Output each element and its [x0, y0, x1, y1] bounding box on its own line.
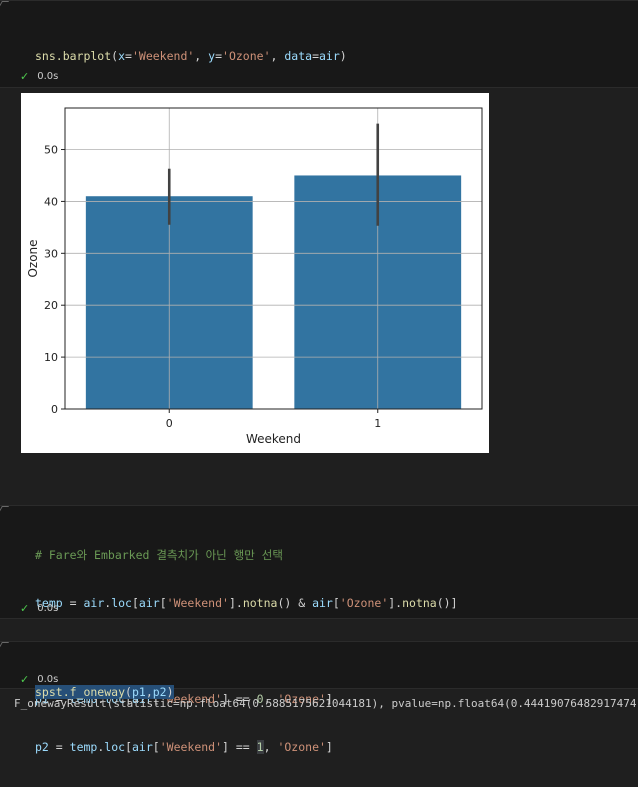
- barplot-chart: 0 10 20 30 40 50 0 1 Weekend Ozone: [26, 107, 483, 446]
- execution-status: ✓ 0.0s: [20, 70, 58, 83]
- execution-status: ✓ 0.0s: [20, 602, 58, 615]
- code-line: temp = air.loc[air['Weekend'].notna() & …: [35, 596, 458, 610]
- y-tick-label: 30: [44, 247, 58, 260]
- execution-time: 0.0s: [37, 71, 59, 82]
- code-cell-1[interactable]: sns.barplot(x='Weekend', y='Ozone', data…: [0, 0, 638, 159]
- execution-status: ✓ 0.0s: [20, 673, 58, 686]
- cell-output-text: F_onewayResult(statistic=np.float64(0.58…: [14, 697, 638, 710]
- execution-time: 0.0s: [37, 603, 59, 614]
- cell-gutter-icon: [0, 642, 10, 649]
- y-tick-label: 50: [44, 144, 58, 157]
- barplot-output: 0 10 20 30 40 50 0 1 Weekend Ozone: [21, 93, 489, 453]
- code-cell-2[interactable]: # Fare와 Embarked 결측치가 아닌 행만 선택 temp = ai…: [0, 505, 638, 754]
- checkmark-icon: ✓: [20, 673, 30, 686]
- execution-time: 0.0s: [37, 674, 59, 685]
- cell-gutter-icon: [0, 506, 10, 513]
- code-cell-3[interactable]: spst.f_oneway(p1,p2) ✓ 0.0s: [0, 641, 638, 699]
- x-tick-label: 1: [374, 417, 381, 430]
- cell-gutter-icon: [0, 1, 10, 8]
- checkmark-icon: ✓: [20, 602, 30, 615]
- y-tick-label: 10: [44, 351, 58, 364]
- x-tick-label: 0: [166, 417, 173, 430]
- y-tick-label: 0: [51, 403, 58, 416]
- code-line: sns.barplot(x='Weekend', y='Ozone', data…: [35, 49, 347, 63]
- checkmark-icon: ✓: [20, 70, 30, 83]
- y-tick-label: 40: [44, 195, 58, 208]
- y-axis-label: Ozone: [26, 239, 40, 277]
- code-line: p2 = temp.loc[air['Weekend'] == 1, 'Ozon…: [35, 740, 333, 754]
- x-axis-label: Weekend: [246, 432, 301, 446]
- code-comment: # Fare와 Embarked 결측치가 아닌 행만 선택: [35, 548, 283, 562]
- code-editor-3[interactable]: spst.f_oneway(p1,p2): [35, 652, 174, 732]
- y-tick-label: 20: [44, 299, 58, 312]
